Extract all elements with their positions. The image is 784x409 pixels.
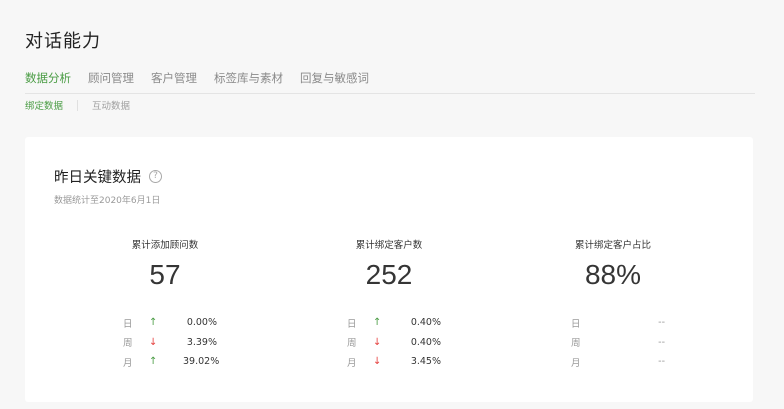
stat-change: -- bbox=[658, 317, 665, 329]
metric-label: 累计绑定客户数 bbox=[355, 240, 423, 251]
metric-bound-ratio: 累计绑定客户占比 88% bbox=[503, 237, 723, 291]
stat-change: 0.40% bbox=[410, 336, 441, 348]
page-title: 对话能力 bbox=[25, 31, 101, 52]
arrow-up-icon: ↑ bbox=[149, 317, 158, 329]
stat-row-month: 月 ↓ 3.45% bbox=[347, 352, 441, 372]
stat-period: 月 bbox=[571, 357, 581, 369]
arrow-down-icon: ↓ bbox=[149, 336, 158, 348]
stat-period: 日 bbox=[347, 318, 357, 330]
metric-value: 57 bbox=[149, 259, 181, 290]
key-data-card: 昨日关键数据 ? 数据统计至2020年6月1日 累计添加顾问数 57 日 ↑ 0… bbox=[25, 137, 753, 402]
stat-row-day: 日 -- bbox=[571, 313, 665, 333]
stat-change: -- bbox=[658, 336, 665, 348]
stat-row-week: 周 ↓ 3.39% bbox=[123, 333, 217, 353]
stat-period: 月 bbox=[123, 357, 133, 369]
subtab-interaction-data[interactable]: 互动数据 bbox=[92, 98, 130, 112]
stat-row-month: 月 ↑ 39.02% bbox=[123, 352, 220, 372]
arrow-down-icon: ↓ bbox=[373, 356, 382, 368]
question-circle-icon[interactable]: ? bbox=[149, 170, 162, 183]
stat-period: 周 bbox=[123, 338, 133, 350]
metric-advisors: 累计添加顾问数 57 bbox=[55, 237, 275, 291]
metric-advisors-stats: 日 ↑ 0.00% 周 ↓ 3.39% 月 ↑ 39.02% bbox=[123, 313, 220, 372]
tab-customer-management[interactable]: 客户管理 bbox=[151, 70, 197, 94]
metric-bound-customers-stats: 日 ↑ 0.40% 周 ↓ 0.40% 月 ↓ 3.45% bbox=[347, 313, 441, 372]
stat-change: 39.02% bbox=[183, 356, 220, 368]
stat-period: 周 bbox=[571, 338, 581, 350]
metric-label: 累计添加顾问数 bbox=[131, 240, 199, 251]
stat-row-month: 月 -- bbox=[571, 352, 665, 372]
card-title: 昨日关键数据 ? bbox=[54, 166, 162, 187]
metric-label: 累计绑定客户占比 bbox=[574, 240, 651, 251]
stat-change: 3.45% bbox=[410, 356, 441, 368]
stat-change: 0.40% bbox=[410, 317, 441, 329]
main-tabs: 数据分析 顾问管理 客户管理 标签库与素材 回复与敏感词 bbox=[25, 70, 755, 94]
tab-advisor-management[interactable]: 顾问管理 bbox=[88, 70, 134, 94]
metric-bound-customers: 累计绑定客户数 252 bbox=[279, 237, 499, 291]
stat-row-week: 周 ↓ 0.40% bbox=[347, 333, 441, 353]
arrow-up-icon: ↑ bbox=[373, 317, 382, 329]
sub-tabs: 绑定数据 互动数据 bbox=[25, 98, 130, 112]
stat-row-day: 日 ↑ 0.40% bbox=[347, 313, 441, 333]
subtab-binding-data[interactable]: 绑定数据 bbox=[25, 98, 63, 112]
metric-value: 252 bbox=[365, 259, 413, 290]
card-title-text: 昨日关键数据 bbox=[54, 170, 141, 186]
stat-row-day: 日 ↑ 0.00% bbox=[123, 313, 217, 333]
metric-value: 88% bbox=[584, 259, 642, 290]
card-subtitle: 数据统计至2020年6月1日 bbox=[54, 196, 161, 206]
stat-change: 3.39% bbox=[186, 336, 217, 348]
tab-replies-and-sensitive-words[interactable]: 回复与敏感词 bbox=[300, 70, 369, 94]
stat-period: 日 bbox=[123, 318, 133, 330]
arrow-down-icon: ↓ bbox=[373, 336, 382, 348]
subtab-divider bbox=[77, 99, 79, 111]
stat-period: 月 bbox=[347, 357, 357, 369]
metric-bound-ratio-stats: 日 -- 周 -- 月 -- bbox=[571, 313, 665, 372]
stat-period: 日 bbox=[571, 318, 581, 330]
stat-row-week: 周 -- bbox=[571, 333, 665, 353]
stat-change: -- bbox=[658, 356, 665, 368]
stat-change: 0.00% bbox=[186, 317, 217, 329]
stat-period: 周 bbox=[347, 338, 357, 350]
arrow-up-icon: ↑ bbox=[149, 356, 158, 368]
tab-data-analysis[interactable]: 数据分析 bbox=[25, 70, 71, 94]
tab-tags-and-materials[interactable]: 标签库与素材 bbox=[214, 70, 283, 94]
